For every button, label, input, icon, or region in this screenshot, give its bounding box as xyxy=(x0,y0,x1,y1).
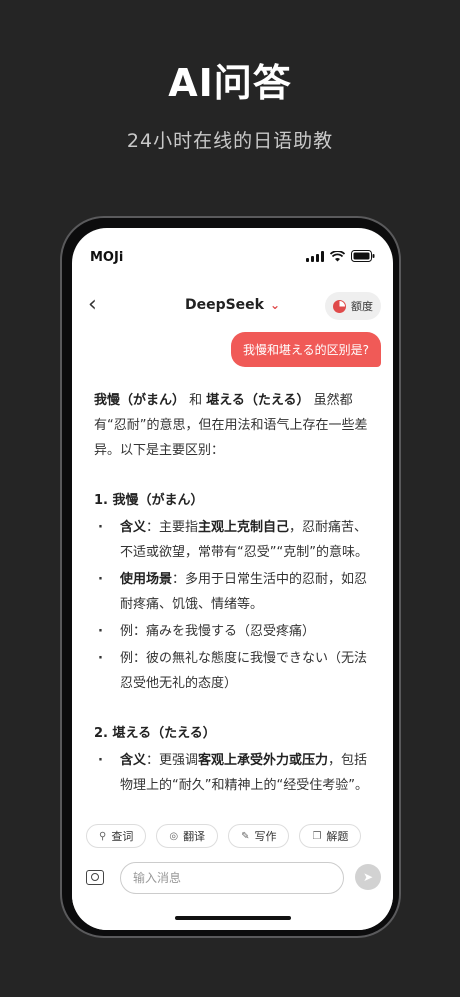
battery-icon xyxy=(351,250,375,262)
quick-action-translate[interactable]: ◎ 翻译 xyxy=(156,824,219,848)
signal-icon xyxy=(306,250,324,262)
send-icon: ➤ xyxy=(362,870,374,884)
point-text: 例：痛みを我慢する（忍受疼痛） xyxy=(120,624,316,639)
send-button[interactable]: ➤ xyxy=(355,864,381,890)
bullet-list: 含义：更强调客观上承受外力或压力，包括物理上的“耐久”和精神上的“经受住考验”。 xyxy=(94,748,374,798)
camera-icon[interactable] xyxy=(86,870,104,885)
top-nav: ‹ DeepSeek ⌄ 额度 xyxy=(72,288,393,324)
input-row: 输入消息 ➤ xyxy=(72,862,393,898)
point-text: ：主要指 xyxy=(146,520,199,535)
status-bar: MOJi xyxy=(72,228,393,274)
quota-button[interactable]: 额度 xyxy=(325,292,381,320)
home-indicator xyxy=(174,916,291,920)
chip-label: 查词 xyxy=(111,830,134,843)
ai-answer: 我慢（がまん） 和 堪える（たえる） 虽然都有“忍耐”的意思，但在用法和语气上存… xyxy=(94,388,374,798)
answer-intro: 我慢（がまん） 和 堪える（たえる） 虽然都有“忍耐”的意思，但在用法和语气上存… xyxy=(94,388,374,463)
search-icon: ⚲ xyxy=(99,830,107,842)
list-item: 使用场景：多用于日常生活中的忍耐，如忍耐疼痛、饥饿、情绪等。 xyxy=(94,567,374,617)
pen-icon: ✎ xyxy=(241,830,250,842)
quick-action-solve[interactable]: ❐ 解题 xyxy=(299,824,362,848)
pie-chart-icon xyxy=(333,299,346,313)
wifi-icon xyxy=(330,250,345,261)
composer-panel: ⚲ 查词 ◎ 翻译 ✎ 写作 ❐ 解题 输入消息 ➤ xyxy=(72,818,393,930)
bullet-list: 含义：主要指主观上克制自己，忍耐痛苦、不适或欲望，常带有“忍受”“克制”的意味。… xyxy=(94,515,374,696)
list-item: 例：痛みを我慢する（忍受疼痛） xyxy=(94,619,374,644)
point-text: ：更强调 xyxy=(146,753,199,768)
term-gaman: 我慢（がまん） xyxy=(94,393,186,408)
term-taeru: 堪える（たえる） xyxy=(206,393,310,408)
hero-subtitle: 24小时在线的日语助教 xyxy=(126,130,334,152)
message-input[interactable]: 输入消息 xyxy=(120,862,344,894)
list-item: 含义：更强调客观上承受外力或压力，包括物理上的“耐久”和精神上的“经受住考验”。 xyxy=(94,748,374,798)
point-label: 含义 xyxy=(120,520,147,535)
list-item: 含义：主要指主观上克制自己，忍耐痛苦、不适或欲望，常带有“忍受”“克制”的意味。 xyxy=(94,515,374,565)
point-label: 使用场景 xyxy=(120,572,173,587)
model-name: DeepSeek xyxy=(184,297,264,313)
list-item: 例：彼の無礼な態度に我慢できない（无法忍受他无礼的态度） xyxy=(94,646,374,696)
point-emphasis: 主观上克制自己 xyxy=(198,520,290,535)
carrier-name: MOJi xyxy=(90,250,124,265)
point-label: 含义 xyxy=(120,753,147,768)
quota-label: 额度 xyxy=(351,300,373,313)
intro-and: 和 xyxy=(185,393,207,408)
chip-label: 解题 xyxy=(326,830,349,843)
quick-actions: ⚲ 查词 ◎ 翻译 ✎ 写作 ❐ 解题 xyxy=(86,824,362,848)
section-heading: 2. 堪える（たえる） xyxy=(94,726,216,741)
translate-icon: ◎ xyxy=(169,830,179,842)
phone-frame: MOJi ‹ DeepSeek ⌄ 额度 我慢和堪える的区别是? 我慢（がまん）… xyxy=(60,216,401,938)
chip-label: 写作 xyxy=(254,830,277,843)
user-message-bubble[interactable]: 我慢和堪える的区别是? xyxy=(230,332,381,367)
chevron-down-icon: ⌄ xyxy=(269,298,281,312)
section-heading: 1. 我慢（がまん） xyxy=(94,493,204,508)
point-text: 例：彼の無礼な態度に我慢できない（无法忍受他无礼的态度） xyxy=(120,651,368,691)
quick-action-write[interactable]: ✎ 写作 xyxy=(228,824,290,848)
status-icons xyxy=(306,250,375,262)
point-emphasis: 客观上承受外力或压力 xyxy=(198,753,329,768)
copy-icon: ❐ xyxy=(312,830,322,842)
hero-title: AI问答 xyxy=(168,61,292,105)
app-screen: MOJi ‹ DeepSeek ⌄ 额度 我慢和堪える的区别是? 我慢（がまん）… xyxy=(72,228,393,930)
chip-label: 翻译 xyxy=(183,830,206,843)
quick-action-lookup[interactable]: ⚲ 查词 xyxy=(86,824,147,848)
